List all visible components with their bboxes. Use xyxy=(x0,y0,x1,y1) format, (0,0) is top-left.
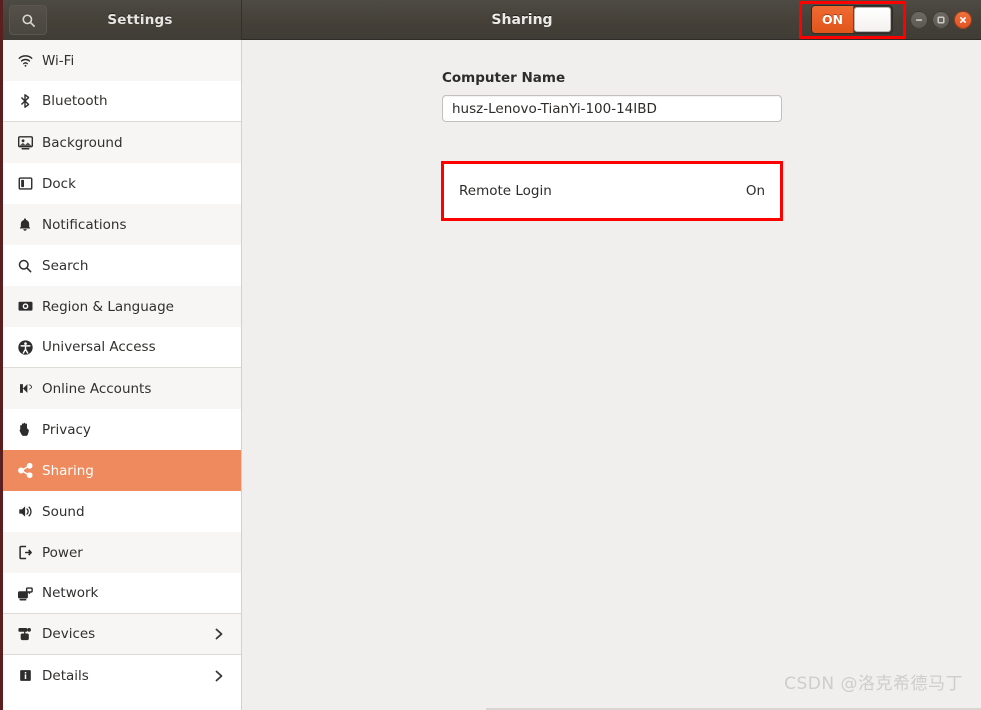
sharing-master-toggle-knob[interactable] xyxy=(854,7,891,32)
remote-login-label: Remote Login xyxy=(459,183,552,199)
chevron-right-icon xyxy=(213,627,225,641)
sidebar-item-label: Details xyxy=(42,667,89,684)
settings-sidebar[interactable]: Wi-Fi Bluetooth Background Dock Notifica… xyxy=(0,40,242,710)
sidebar-item-network[interactable]: Network xyxy=(0,573,241,614)
sharing-icon xyxy=(14,460,36,482)
window-controls xyxy=(910,11,972,29)
minimize-icon xyxy=(916,19,922,21)
chevron-right-icon xyxy=(213,669,225,683)
sidebar-item-dock[interactable]: Dock xyxy=(0,163,241,204)
bell-icon xyxy=(14,214,36,236)
sidebar-item-power[interactable]: Power xyxy=(0,532,241,573)
sharing-panel-body: Computer Name Remote Login On xyxy=(441,70,783,221)
computer-name-input[interactable] xyxy=(442,95,782,122)
online-accounts-icon xyxy=(14,378,36,400)
sidebar-item-label: Notifications xyxy=(42,216,127,233)
sidebar-item-search[interactable]: Search xyxy=(0,245,241,286)
sidebar-item-label: Dock xyxy=(42,175,76,192)
watermark: CSDN @洛克希德马丁 xyxy=(784,674,963,694)
universal-access-icon xyxy=(14,336,36,358)
sidebar-item-devices[interactable]: Devices xyxy=(0,614,241,655)
computer-name-label: Computer Name xyxy=(442,70,566,86)
dock-icon xyxy=(14,173,36,195)
headerbar: Settings Sharing ON xyxy=(0,0,981,40)
sidebar-item-label: Network xyxy=(42,585,99,601)
sidebar-item-label: Background xyxy=(42,134,123,151)
sidebar-item-universal-access[interactable]: Universal Access xyxy=(0,327,241,368)
sidebar-item-sharing[interactable]: Sharing xyxy=(0,450,241,491)
sidebar-item-label: Bluetooth xyxy=(42,93,108,109)
sidebar-item-details[interactable]: Details xyxy=(0,655,241,696)
network-icon xyxy=(14,582,36,604)
sharing-master-toggle-label: ON xyxy=(812,6,854,33)
details-info-icon xyxy=(14,665,36,687)
sharing-master-toggle[interactable]: ON xyxy=(811,5,893,34)
sidebar-item-label: Sharing xyxy=(42,462,94,479)
power-icon xyxy=(14,542,36,564)
window-edge-accent xyxy=(0,0,3,710)
wifi-icon xyxy=(14,50,36,72)
sidebar-item-label: Wi-Fi xyxy=(42,52,75,69)
sidebar-item-bluetooth[interactable]: Bluetooth xyxy=(0,81,241,122)
sound-icon xyxy=(14,501,36,523)
maximize-button[interactable] xyxy=(932,11,950,29)
sidebar-item-label: Search xyxy=(42,257,89,274)
minimize-button[interactable] xyxy=(910,11,928,29)
page-title: Sharing xyxy=(491,12,553,28)
remote-login-status: On xyxy=(745,183,765,199)
sidebar-item-sound[interactable]: Sound xyxy=(0,491,241,532)
sidebar-item-notifications[interactable]: Notifications xyxy=(0,204,241,245)
sidebar-item-label: Privacy xyxy=(42,421,91,438)
sharing-panel: Computer Name Remote Login On CSDN @洛克希德… xyxy=(243,40,981,710)
sidebar-item-label: Universal Access xyxy=(42,339,156,355)
bluetooth-icon xyxy=(14,90,36,112)
sidebar-item-background[interactable]: Background xyxy=(0,122,241,163)
sidebar-item-label: Power xyxy=(42,544,83,561)
sidebar-item-label: Online Accounts xyxy=(42,380,152,397)
search-icon xyxy=(21,13,35,27)
sidebar-item-wi-fi[interactable]: Wi-Fi xyxy=(0,40,241,81)
search-button[interactable] xyxy=(9,5,47,35)
sidebar-item-online-accounts[interactable]: Online Accounts xyxy=(0,368,241,409)
sidebar-item-label: Region & Language xyxy=(42,298,174,315)
sidebar-item-label: Devices xyxy=(42,626,96,642)
close-icon xyxy=(959,16,966,23)
privacy-hand-icon xyxy=(14,419,36,441)
sidebar-title: Settings xyxy=(107,12,173,28)
settings-window: Settings Sharing ON Wi-Fi Bluetooth Back… xyxy=(0,0,981,710)
sidebar-item-privacy[interactable]: Privacy xyxy=(0,409,241,450)
remote-login-section: Remote Login On xyxy=(441,161,783,221)
sidebar-item-region-language[interactable]: Region & Language xyxy=(0,286,241,327)
search-icon xyxy=(14,255,36,277)
background-icon xyxy=(14,132,36,154)
region-language-icon xyxy=(14,296,36,318)
sidebar-item-label: Sound xyxy=(42,503,85,520)
devices-icon xyxy=(14,623,36,645)
remote-login-row[interactable]: Remote Login On xyxy=(442,162,782,220)
maximize-icon xyxy=(937,16,945,24)
close-button[interactable] xyxy=(954,11,972,29)
